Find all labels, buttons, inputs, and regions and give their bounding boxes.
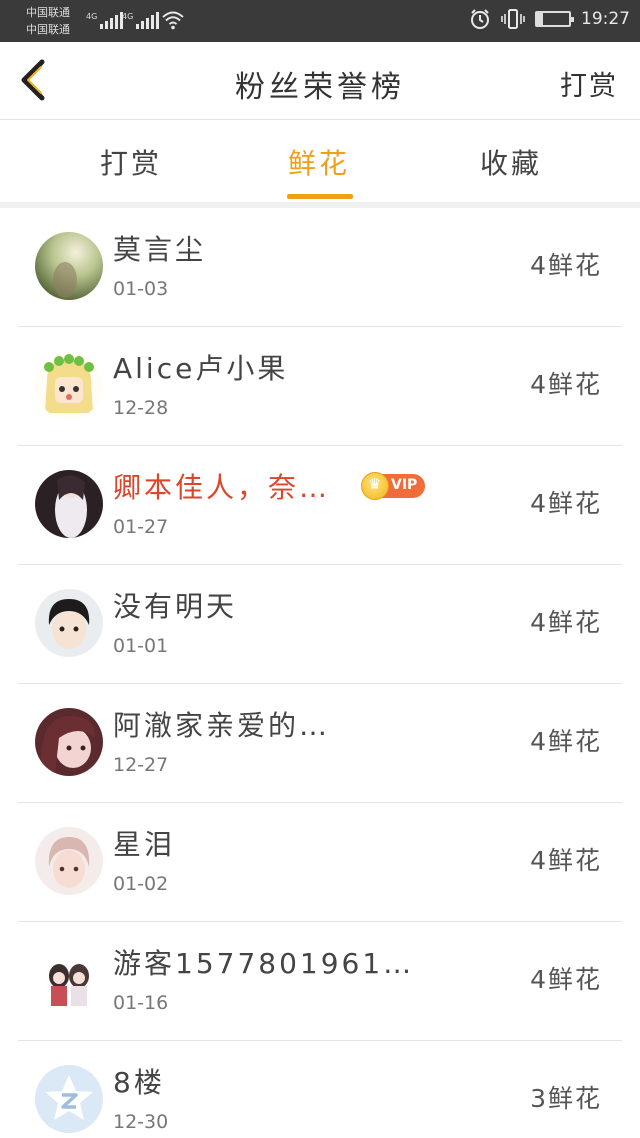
avatar bbox=[35, 232, 103, 300]
flower-count: 4鲜花 bbox=[530, 251, 602, 280]
fan-date: 01-16 bbox=[113, 992, 169, 1014]
wifi-icon bbox=[162, 11, 184, 30]
avatar bbox=[35, 351, 103, 419]
list-item[interactable]: Alice卢小果 12-28 4鲜花 bbox=[18, 327, 622, 446]
avatar bbox=[35, 946, 103, 1014]
signal-strength-icon: 4G bbox=[86, 12, 124, 29]
fan-name: 游客1577801961… bbox=[113, 947, 415, 980]
page-title: 粉丝荣誉榜 bbox=[235, 70, 405, 105]
fan-name: 莫言尘 bbox=[113, 233, 207, 266]
list-item[interactable]: 星泪 01-02 4鲜花 bbox=[18, 803, 622, 922]
carrier-2: 中国联通 bbox=[26, 23, 70, 36]
status-bar: 中国联通 中国联通 4G 4G 19 19:27 bbox=[0, 0, 640, 42]
fan-date: 12-30 bbox=[113, 1111, 169, 1133]
flower-count: 4鲜花 bbox=[530, 608, 602, 637]
avatar bbox=[35, 470, 103, 538]
fan-list: 莫言尘 01-03 4鲜花 Alice卢小果 12-28 4鲜花 卿本佳人，奈…… bbox=[0, 208, 640, 1138]
tab-flowers[interactable]: 鲜花 bbox=[288, 142, 350, 182]
fan-date: 01-27 bbox=[113, 516, 169, 538]
fan-date: 01-03 bbox=[113, 278, 169, 300]
fan-name: 阿澈家亲爱的… bbox=[113, 709, 331, 742]
vip-badge: VIP bbox=[361, 472, 425, 500]
avatar bbox=[35, 708, 103, 776]
flower-count: 4鲜花 bbox=[530, 727, 602, 756]
fan-date: 01-01 bbox=[113, 635, 169, 657]
fan-name: Alice卢小果 bbox=[113, 352, 289, 385]
fan-date: 01-02 bbox=[113, 873, 169, 895]
flower-count: 4鲜花 bbox=[530, 370, 602, 399]
alarm-icon bbox=[471, 9, 489, 29]
avatar bbox=[35, 589, 103, 657]
flower-count: 3鲜花 bbox=[530, 1084, 602, 1113]
fan-name: 8楼 bbox=[113, 1066, 165, 1099]
fan-name: 星泪 bbox=[113, 828, 176, 861]
carrier-1: 中国联通 bbox=[26, 6, 70, 19]
fan-date: 12-27 bbox=[113, 754, 169, 776]
vibrate-icon bbox=[501, 9, 525, 29]
list-item[interactable]: 8楼 12-30 3鲜花 bbox=[18, 1041, 622, 1138]
vip-badge-label: VIP bbox=[391, 477, 418, 493]
fan-name: 没有明天 bbox=[113, 590, 238, 623]
battery-icon: 19 bbox=[535, 11, 574, 27]
clock: 19:27 bbox=[581, 9, 630, 29]
list-item[interactable]: 没有明天 01-01 4鲜花 bbox=[18, 565, 622, 684]
status-right: 19 19:27 bbox=[469, 8, 630, 30]
title-bar: 粉丝荣誉榜 打赏 bbox=[0, 42, 640, 120]
network-type-1: 4G bbox=[86, 12, 98, 21]
avatar bbox=[35, 1065, 103, 1133]
fan-date: 12-28 bbox=[113, 397, 169, 419]
list-item[interactable]: 阿澈家亲爱的… 12-27 4鲜花 bbox=[18, 684, 622, 803]
carrier-labels: 中国联通 中国联通 bbox=[26, 4, 70, 38]
reward-button[interactable]: 打赏 bbox=[560, 64, 618, 103]
list-item[interactable]: 游客1577801961… 01-16 4鲜花 bbox=[18, 922, 622, 1041]
network-type-2: 4G bbox=[122, 12, 134, 21]
flower-count: 4鲜花 bbox=[530, 965, 602, 994]
battery-level: 19 bbox=[546, 12, 560, 23]
flower-count: 4鲜花 bbox=[530, 489, 602, 518]
signal-strength-icon-2: 4G bbox=[122, 12, 160, 29]
list-item[interactable]: 莫言尘 01-03 4鲜花 bbox=[18, 208, 622, 327]
flower-count: 4鲜花 bbox=[530, 846, 602, 875]
tab-bar: 打赏 鲜花 收藏 bbox=[0, 120, 640, 202]
tab-reward[interactable]: 打赏 bbox=[100, 142, 162, 182]
tab-favorites[interactable]: 收藏 bbox=[480, 142, 542, 182]
avatar bbox=[35, 827, 103, 895]
fan-name: 卿本佳人，奈… bbox=[113, 471, 331, 504]
crown-icon bbox=[361, 472, 389, 500]
list-item[interactable]: 卿本佳人，奈… VIP 01-27 4鲜花 bbox=[18, 446, 622, 565]
active-tab-indicator bbox=[287, 194, 353, 199]
